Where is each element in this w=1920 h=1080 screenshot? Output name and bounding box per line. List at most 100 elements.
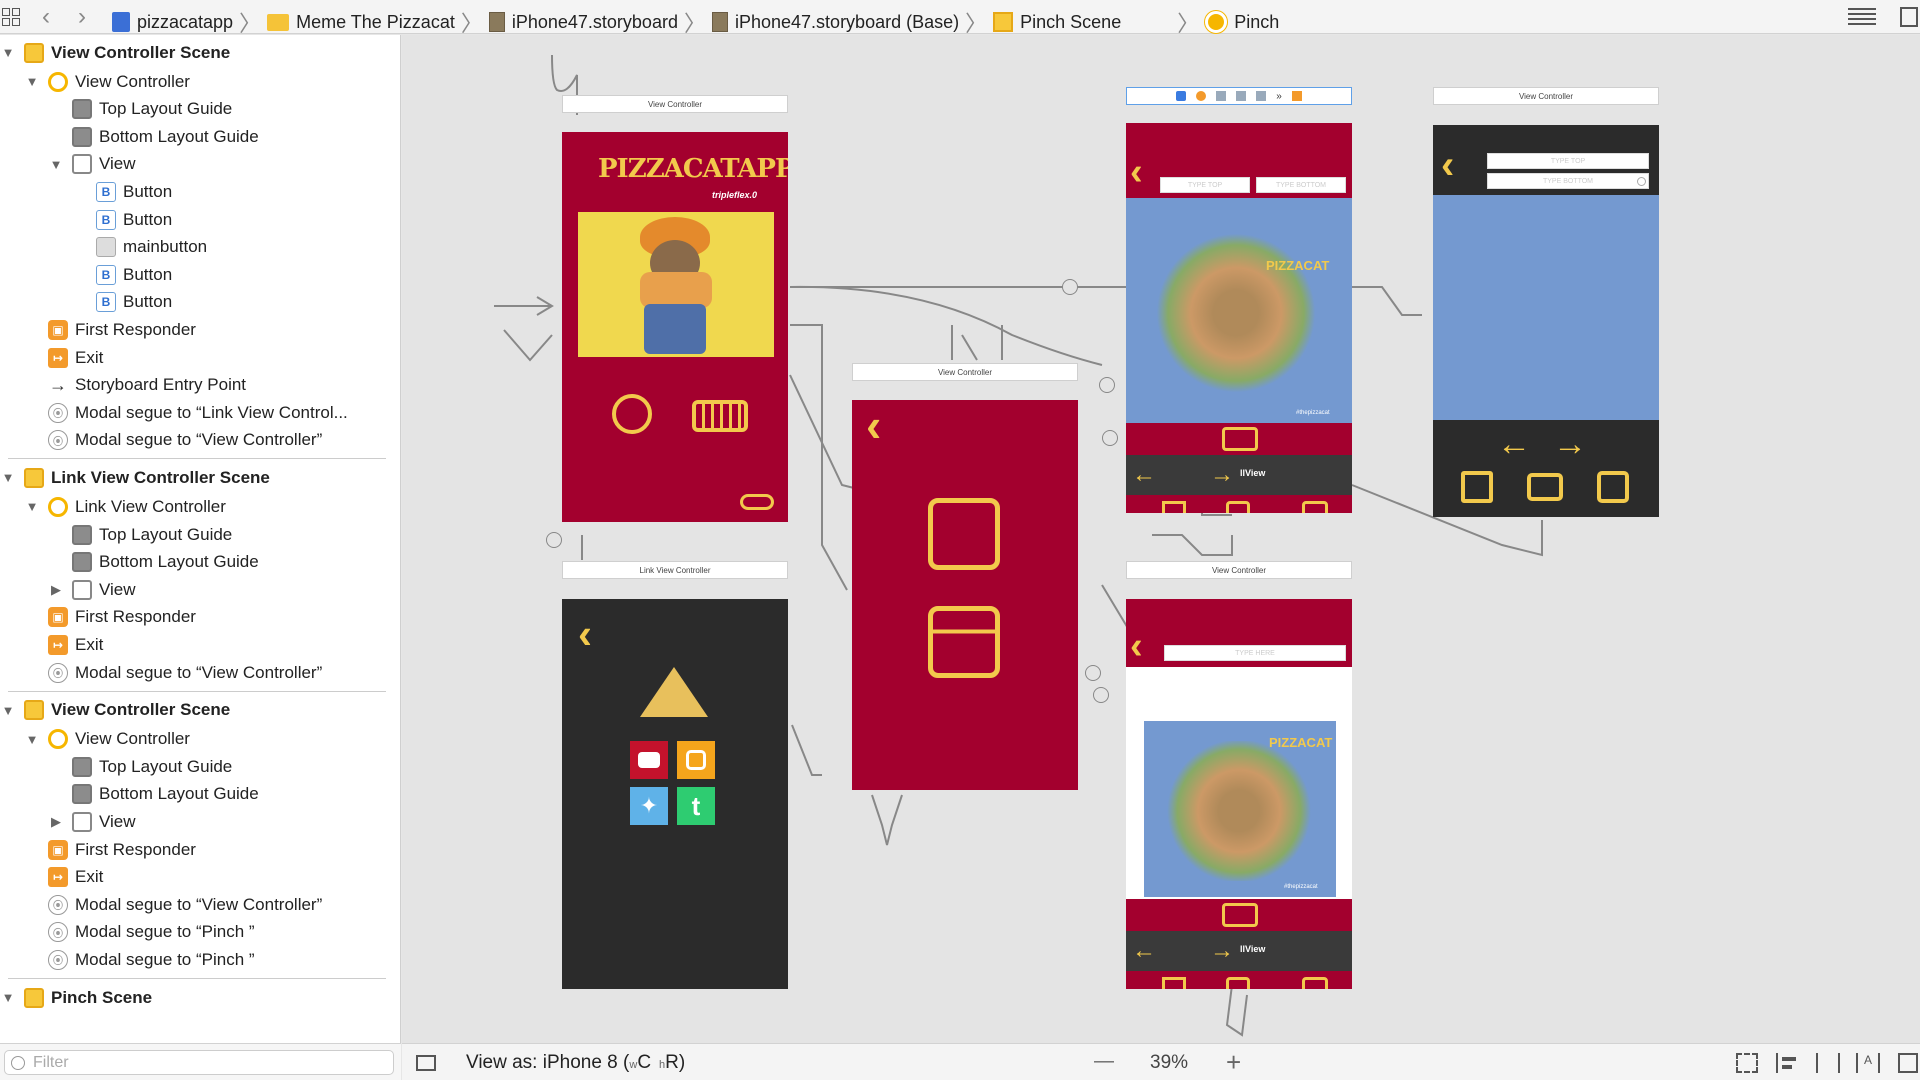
main-scene[interactable]: PIZZACATAPP tripleflex.0 — [562, 132, 788, 522]
outline-item[interactable]: B Button — [72, 206, 172, 233]
outline-item[interactable]: Top Layout Guide — [48, 521, 232, 548]
outline-item[interactable]: ↦ Exit — [24, 631, 103, 658]
resolve-issues-icon[interactable]: A — [1856, 1053, 1880, 1073]
share-icon[interactable] — [1597, 471, 1629, 503]
zoom-out-button[interactable]: — — [1094, 1050, 1114, 1073]
outline-item[interactable]: ⦿ Modal segue to “Link View Control... — [24, 399, 348, 426]
pin-icon[interactable] — [1816, 1053, 1840, 1073]
clear-field-icon[interactable] — [1637, 177, 1646, 186]
outline-item[interactable]: B Button — [72, 178, 172, 205]
breadcrumb-project[interactable]: pizzacatapp — [112, 12, 233, 33]
outline-item[interactable]: ▼ Link View Controller Scene — [0, 464, 270, 491]
breadcrumb-storyboard-base[interactable]: iPhone47.storyboard (Base) — [711, 12, 959, 33]
outline-item[interactable]: ↦ Exit — [24, 864, 103, 891]
add-editor-icon[interactable] — [1900, 7, 1918, 27]
outline-item[interactable]: Top Layout Guide — [48, 96, 232, 123]
menu-scene-title[interactable]: View Controller — [852, 363, 1078, 381]
view-as-device[interactable]: View as: iPhone 8 ( w C h R) — [466, 1052, 685, 1074]
outline-item[interactable]: ⦿ Modal segue to “View Controller” — [24, 659, 322, 686]
breadcrumb-scene[interactable]: Pinch Scene — [993, 12, 1171, 33]
link-scene[interactable]: ‹ ✦ t — [562, 599, 788, 989]
back-arrow-icon[interactable]: ‹ — [42, 3, 50, 31]
outline-item[interactable]: B Button — [72, 289, 172, 316]
zoom-in-button[interactable]: + — [1226, 1047, 1241, 1078]
outline-item[interactable]: ▶ View — [48, 808, 136, 835]
breadcrumb-pinch[interactable]: Pinch — [1205, 11, 1279, 33]
tumblr-icon[interactable]: t — [677, 787, 715, 825]
outline-item[interactable]: Top Layout Guide — [48, 753, 232, 780]
type-bottom-field[interactable]: TYPE BOTTOM — [1487, 173, 1649, 189]
view-dock-icon[interactable] — [1256, 91, 1267, 101]
outline-item[interactable]: Bottom Layout Guide — [48, 123, 259, 150]
outline-item[interactable]: ▣ First Responder — [24, 604, 196, 631]
arrow-right-icon[interactable]: → — [1210, 937, 1234, 965]
forward-arrow-icon[interactable]: › — [78, 3, 86, 31]
breadcrumb-storyboard[interactable]: iPhone47.storyboard — [488, 12, 678, 33]
editor-lines-icon[interactable] — [1848, 8, 1876, 26]
disclosure-triangle-icon[interactable]: ▼ — [0, 990, 16, 1005]
top-meme-scene[interactable]: ‹ TYPE TOP TYPE BOTTOM PIZZACAT #thepizz… — [1126, 123, 1352, 513]
twitter-icon[interactable]: ✦ — [630, 787, 668, 825]
menu-scene[interactable]: ‹ — [852, 400, 1078, 790]
bomb-icon[interactable] — [612, 394, 652, 434]
responder-dock-icon[interactable] — [1196, 91, 1207, 101]
breadcrumb-folder[interactable]: Meme The Pizzacat — [267, 12, 455, 33]
back-chevron-icon[interactable]: ‹ — [1130, 627, 1143, 665]
object-toolbar[interactable]: » — [1126, 87, 1352, 105]
outline-item[interactable]: Bottom Layout Guide — [48, 781, 259, 808]
disclosure-triangle-icon[interactable]: ▼ — [0, 45, 16, 60]
keyboard-icon[interactable] — [692, 400, 748, 432]
outline-item[interactable]: ▼ View Controller Scene — [0, 697, 230, 724]
vc-dock-icon[interactable] — [1176, 91, 1187, 101]
single-frame-icon[interactable] — [928, 498, 1000, 570]
disclosure-triangle-icon[interactable]: ▼ — [0, 703, 16, 718]
type-top-field[interactable]: TYPE TOP — [1487, 153, 1649, 169]
outline-item[interactable]: ↦ Exit — [24, 344, 103, 371]
type-top-field[interactable]: TYPE TOP — [1160, 177, 1250, 193]
disclosure-triangle-icon[interactable]: ▼ — [48, 157, 64, 172]
outline-item[interactable]: B Button — [72, 261, 172, 288]
filter-field[interactable]: Filter — [4, 1050, 394, 1075]
link-scene-title[interactable]: Link View Controller — [562, 561, 788, 579]
toggle-outline-icon[interactable] — [416, 1055, 436, 1071]
disclosure-triangle-icon[interactable]: ▼ — [24, 74, 40, 89]
storyboard-canvas[interactable]: View Controller PIZZACATAPP tripleflex.0… — [402, 35, 1920, 1043]
outline-item[interactable]: ▼ Link View Controller — [24, 493, 226, 520]
update-frames-icon[interactable] — [1736, 1053, 1758, 1073]
outline-item[interactable]: ⦿ Modal segue to “View Controller” — [24, 427, 322, 454]
main-scene-title[interactable]: View Controller — [562, 95, 788, 113]
save-icon[interactable] — [1162, 501, 1186, 513]
outline-item[interactable]: Bottom Layout Guide — [48, 549, 259, 576]
arrow-right-icon[interactable]: → — [1210, 461, 1234, 489]
disclosure-triangle-icon[interactable]: ▶ — [48, 814, 64, 830]
exit-dock-icon[interactable] — [1291, 91, 1302, 101]
outline-item[interactable]: ⦿ Modal segue to “Pinch ” — [24, 919, 255, 946]
camera-icon[interactable] — [1302, 501, 1328, 513]
outline-item[interactable]: ▼ Pinch Scene — [0, 984, 152, 1011]
camera-icon[interactable] — [1527, 473, 1563, 501]
camera-icon[interactable] — [1222, 903, 1258, 927]
filter-strip[interactable]: ← → llView — [1126, 455, 1352, 495]
link-icon[interactable] — [740, 494, 774, 510]
camera-icon[interactable] — [1222, 427, 1258, 451]
outline-item[interactable]: ▣ First Responder — [24, 316, 196, 343]
outline-item[interactable]: → Storyboard Entry Point — [24, 372, 246, 399]
bottom-meme-scene[interactable]: ‹ TYPE HERE PIZZACAT #thepizzacat ← → ll… — [1126, 599, 1352, 989]
bottom-scene-title[interactable]: View Controller — [1126, 561, 1352, 579]
align-icon[interactable] — [1776, 1053, 1798, 1073]
more-icon[interactable]: » — [1276, 91, 1282, 102]
pinch-scene-title[interactable]: View Controller — [1433, 87, 1659, 105]
outline-item[interactable]: ▼ View Controller Scene — [0, 39, 230, 66]
filter-strip[interactable]: ← → llView — [1126, 931, 1352, 971]
disclosure-triangle-icon[interactable]: ▼ — [0, 470, 16, 485]
image-canvas[interactable] — [1433, 195, 1659, 420]
arrow-left-icon[interactable]: ← — [1497, 425, 1531, 464]
pinch-scene[interactable]: ‹ TYPE TOP TYPE BOTTOM ← → — [1433, 125, 1659, 517]
type-bottom-field[interactable]: TYPE BOTTOM — [1256, 177, 1346, 193]
segue-icon[interactable] — [1093, 687, 1109, 703]
segue-icon[interactable] — [1062, 279, 1078, 295]
instagram-icon[interactable] — [677, 741, 715, 779]
back-chevron-icon[interactable]: ‹ — [1441, 145, 1454, 185]
outline-item[interactable]: ⦿ Modal segue to “View Controller” — [24, 891, 322, 918]
arrow-left-icon[interactable]: ← — [1132, 937, 1156, 965]
